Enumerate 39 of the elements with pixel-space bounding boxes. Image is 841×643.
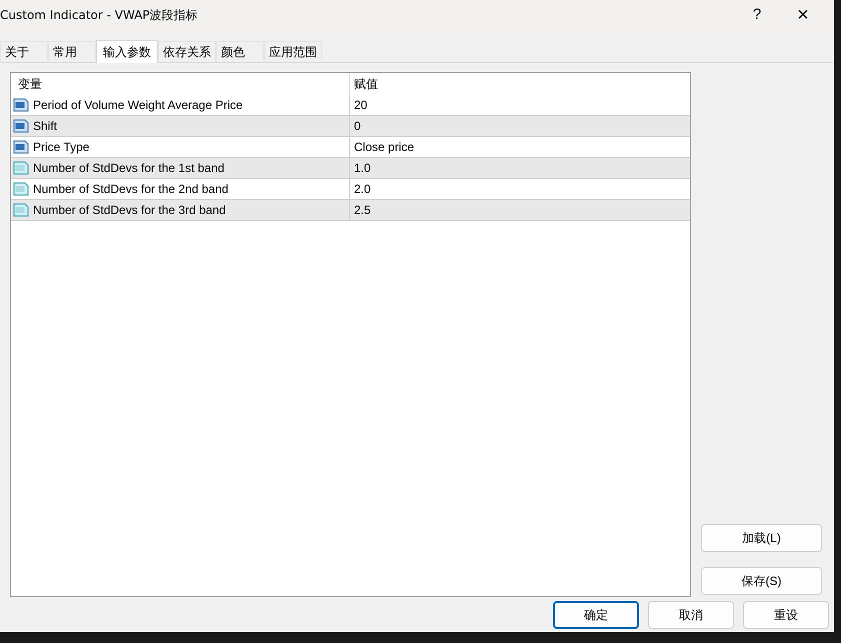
table-row[interactable]: Number of StdDevs for the 1st band 1.0 (11, 158, 690, 179)
help-button[interactable]: ? (734, 0, 780, 30)
tab[interactable]: 应用范围 (264, 41, 322, 62)
integer-type-icon (13, 140, 29, 154)
parameter-value: 2.0 (353, 181, 371, 198)
window-title: Custom Indicator - VWAP波段指标 (0, 7, 199, 24)
table-row[interactable]: Period of Volume Weight Average Price 20 (11, 95, 690, 116)
parameter-name: Price Type (33, 139, 90, 156)
tab[interactable]: 颜色 (216, 41, 264, 62)
tab[interactable]: 常用 (48, 41, 96, 62)
dialog-button[interactable]: 取消 (648, 601, 734, 629)
parameter-value: 1.0 (353, 160, 371, 177)
tab[interactable]: 关于 (0, 41, 48, 62)
fraction-type-icon (13, 182, 29, 196)
integer-type-icon (13, 98, 29, 112)
parameter-name: Period of Volume Weight Average Price (33, 97, 243, 114)
fraction-type-icon (13, 203, 29, 217)
dialog-button[interactable]: 重设 (743, 601, 829, 629)
close-button[interactable]: × (780, 0, 826, 30)
tab[interactable]: 依存关系 (158, 41, 216, 62)
parameter-name: Shift (33, 118, 58, 135)
table-row[interactable]: Shift 0 (11, 116, 690, 137)
side-button[interactable]: 加载(L) (701, 524, 822, 552)
tab[interactable]: 输入参数 (96, 40, 158, 63)
table-row[interactable]: Price Type Close price (11, 137, 690, 158)
table-row[interactable]: Number of StdDevs for the 2nd band 2.0 (11, 179, 690, 200)
side-button[interactable]: 保存(S) (701, 567, 822, 595)
integer-type-icon (13, 119, 29, 133)
fraction-type-icon (13, 161, 29, 175)
parameter-value: 0 (353, 118, 361, 135)
column-header: 赋值 (353, 76, 378, 93)
parameter-value: Close price (353, 139, 414, 156)
parameter-name: Number of StdDevs for the 2nd band (33, 181, 228, 198)
parameter-name: Number of StdDevs for the 3rd band (33, 202, 226, 219)
parameter-value: 2.5 (353, 202, 371, 219)
parameter-value: 20 (353, 97, 368, 114)
dialog-button[interactable]: 确定 (553, 601, 639, 629)
table-row[interactable]: Number of StdDevs for the 3rd band 2.5 (11, 200, 690, 221)
parameter-name: Number of StdDevs for the 1st band (33, 160, 224, 177)
